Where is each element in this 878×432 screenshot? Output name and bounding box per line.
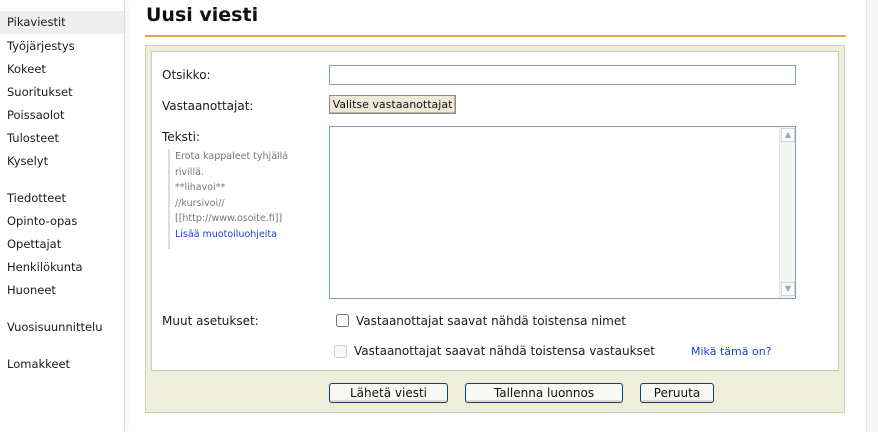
show-replies-checkbox[interactable] [334,345,347,358]
whats-this-link[interactable]: Mikä tämä on? [691,345,772,358]
scroll-down-icon[interactable]: ▼ [781,282,795,296]
sidebar-item-tiedotteet[interactable]: Tiedotteet [0,187,124,210]
title-divider [145,35,846,37]
recipients-label: Vastaanottajat: [162,99,254,113]
sidebar-item-lomakkeet[interactable]: Lomakkeet [0,353,124,376]
sidebar-item-poissaolot[interactable]: Poissaolot [0,104,124,127]
window-scrollbar[interactable] [866,0,878,432]
select-recipients-button[interactable]: Valitse vastaanottajat [329,95,456,114]
help-link-syntax: [[http://www.osoite.fi]] [175,213,283,224]
scroll-up-icon[interactable]: ▲ [781,128,795,142]
help-italic-syntax: //kursivoi// [175,197,225,209]
formatting-help: Erota kappaleet tyhjällä rivillä. **liha… [168,149,320,249]
sidebar-item-huoneet[interactable]: Huoneet [0,279,124,302]
save-draft-button[interactable]: Tallenna luonnos [465,383,623,403]
send-message-button[interactable]: Lähetä viesti [329,383,448,403]
sidebar-item-opinto-opas[interactable]: Opinto-opas [0,210,124,233]
page-title: Uusi viesti [146,4,259,26]
sidebar-item-kokeet[interactable]: Kokeet [0,58,124,81]
sidebar-item-vuosisuunnittelu[interactable]: Vuosisuunnittelu [0,316,124,339]
sidebar: Pikaviestit Työjärjestys Kokeet Suorituk… [0,0,125,432]
show-names-checkbox[interactable] [336,314,349,327]
text-area-scrollbar[interactable]: ▲ ▼ [779,127,795,298]
other-settings-label: Muut asetukset: [162,314,259,328]
cancel-button[interactable]: Peruuta [640,383,714,403]
text-label: Teksti: [162,130,200,144]
show-names-label: Vastaanottajat saavat nähdä toistensa ni… [356,314,626,328]
subject-label: Otsikko: [162,68,211,82]
message-text-area[interactable] [329,126,796,299]
more-formatting-help-link[interactable]: Lisää muotoiluohjeita [175,227,320,243]
sidebar-item-opettajat[interactable]: Opettajat [0,233,124,256]
sidebar-item-suoritukset[interactable]: Suoritukset [0,81,124,104]
sidebar-item-kyselyt[interactable]: Kyselyt [0,150,124,173]
help-paragraph-hint: Erota kappaleet tyhjällä rivillä. [175,151,289,178]
sidebar-item-pikaviestit[interactable]: Pikaviestit [0,11,124,34]
subject-input[interactable] [329,65,796,85]
show-replies-label: Vastaanottajat saavat nähdä toistensa va… [354,344,655,358]
sidebar-item-henkilokunta[interactable]: Henkilökunta [0,256,124,279]
help-bold-syntax: **lihavoi** [175,182,226,193]
sidebar-item-tyojarjestys[interactable]: Työjärjestys [0,35,124,58]
sidebar-item-tulosteet[interactable]: Tulosteet [0,127,124,150]
